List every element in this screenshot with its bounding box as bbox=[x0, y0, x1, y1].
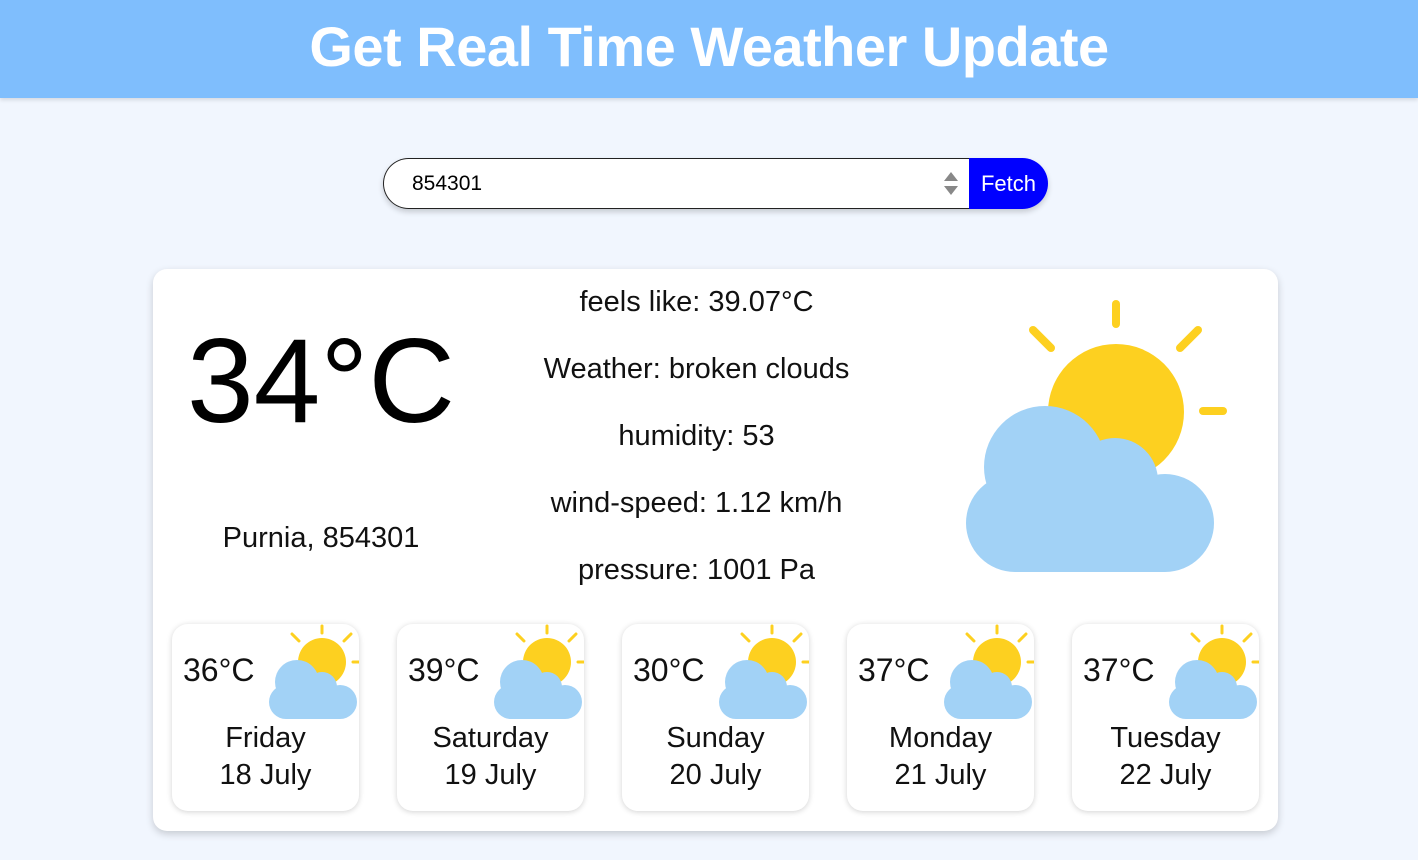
forecast-date: 20 July bbox=[669, 759, 762, 791]
forecast-card: 30°C Sunday 20 July bbox=[622, 624, 809, 811]
forecast-date: 19 July bbox=[444, 759, 537, 791]
location-label: Purnia, 854301 bbox=[222, 522, 420, 554]
forecast-temperature: 37°C bbox=[1083, 652, 1155, 688]
pressure: pressure: 1001 Pa bbox=[578, 554, 815, 586]
page-title: Get Real Time Weather Update bbox=[309, 14, 1109, 78]
forecast-day: Sunday bbox=[666, 722, 765, 754]
forecast-date: 21 July bbox=[894, 759, 987, 791]
feels-like: feels like: 39.07°C bbox=[579, 286, 814, 318]
partly-cloudy-icon bbox=[944, 624, 1034, 719]
search-bar: Fetch bbox=[383, 158, 1048, 209]
humidity: humidity: 53 bbox=[618, 420, 775, 452]
forecast-day: Friday bbox=[225, 722, 306, 754]
forecast-day: Saturday bbox=[432, 722, 549, 754]
forecast-temperature: 30°C bbox=[633, 652, 705, 688]
forecast-card: 36°C Friday 18 July bbox=[172, 624, 359, 811]
partly-cloudy-icon bbox=[966, 300, 1227, 572]
number-stepper-icon[interactable] bbox=[941, 168, 961, 199]
forecast-temperature: 36°C bbox=[183, 652, 255, 688]
forecast-date: 22 July bbox=[1119, 759, 1212, 791]
forecast-day: Tuesday bbox=[1110, 722, 1221, 754]
forecast-temperature: 39°C bbox=[408, 652, 480, 688]
forecast-temperature: 37°C bbox=[858, 652, 930, 688]
partly-cloudy-icon bbox=[1169, 624, 1259, 719]
forecast-card: 39°C Saturday 19 July bbox=[397, 624, 584, 811]
fetch-button[interactable]: Fetch bbox=[969, 158, 1048, 209]
weather-details: feels like: 39.07°C Weather: broken clou… bbox=[493, 282, 900, 617]
forecast-card: 37°C Monday 21 July bbox=[847, 624, 1034, 811]
zipcode-input[interactable] bbox=[383, 158, 969, 209]
current-temperature: 34°C bbox=[186, 314, 456, 448]
weather-card: 34°C Purnia, 854301 feels like: 39.07°C … bbox=[153, 269, 1278, 831]
partly-cloudy-icon bbox=[269, 624, 359, 719]
partly-cloudy-icon bbox=[719, 624, 809, 719]
forecast-date: 18 July bbox=[219, 759, 312, 791]
partly-cloudy-icon bbox=[494, 624, 584, 719]
forecast-card: 37°C Tuesday 22 July bbox=[1072, 624, 1259, 811]
app-header: Get Real Time Weather Update bbox=[0, 0, 1418, 98]
weather-description: Weather: broken clouds bbox=[543, 353, 850, 385]
forecast-day: Monday bbox=[888, 722, 993, 754]
wind-speed: wind-speed: 1.12 km/h bbox=[550, 487, 843, 519]
